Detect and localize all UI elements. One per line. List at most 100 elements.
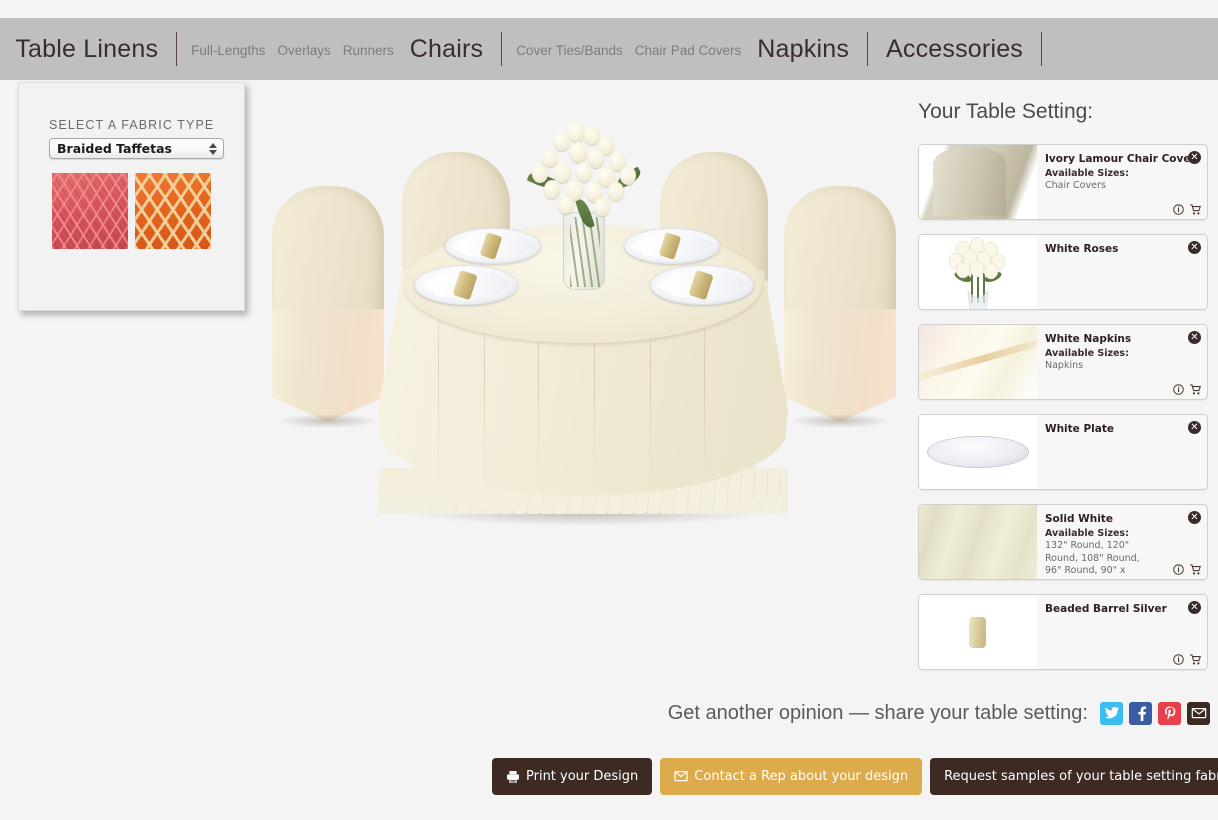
card-body: Ivory Lamour Chair Cover Available Sizes… [1037, 145, 1207, 219]
fabric-type-select-wrapper[interactable]: Braided Taffetas [49, 138, 224, 159]
request-samples-button[interactable]: Request samples of your table setting fa… [930, 758, 1218, 795]
card-body: Solid White Available Sizes: 132" Round,… [1037, 505, 1207, 579]
nav-divider [867, 32, 869, 66]
available-sizes-label: Available Sizes: [1045, 528, 1129, 539]
close-icon[interactable]: ✕ [1188, 151, 1201, 164]
card-body: White Napkins Available Sizes: Napkins ✕ [1037, 325, 1207, 399]
chair-preview[interactable] [272, 186, 384, 428]
fabric-type-panel: SELECT A FABRIC TYPE Braided Taffetas [18, 82, 245, 311]
nav-item-chairs[interactable]: Chairs [400, 35, 493, 64]
list-item[interactable]: Solid White Available Sizes: 132" Round,… [918, 504, 1208, 580]
close-icon[interactable]: ✕ [1188, 421, 1201, 434]
close-icon[interactable]: ✕ [1188, 511, 1201, 524]
nav-divider [1041, 32, 1042, 66]
card-actions [1173, 204, 1201, 215]
info-icon[interactable] [1173, 564, 1184, 575]
card-body: White Roses ✕ [1037, 235, 1207, 309]
info-icon[interactable] [1173, 204, 1184, 215]
nav-minor-group-linens: Full-Lengths Overlays Runners [185, 42, 400, 58]
contact-button-label: Contact a Rep about your design [694, 769, 909, 784]
cart-icon[interactable] [1189, 204, 1201, 215]
main-navigation-bar: Table Linens Full-Lengths Overlays Runne… [0, 18, 1218, 80]
email-share-button[interactable] [1187, 701, 1210, 725]
place-setting[interactable] [624, 228, 720, 264]
info-icon[interactable] [1173, 384, 1184, 395]
nav-divider [176, 32, 178, 66]
nav-item-napkins[interactable]: Napkins [747, 35, 859, 64]
fabric-type-select[interactable]: Braided Taffetas [49, 138, 224, 159]
white-plate-thumbnail [919, 415, 1037, 489]
braided-taffeta-pink-swatch[interactable] [52, 173, 128, 249]
close-icon[interactable]: ✕ [1188, 601, 1201, 614]
place-setting[interactable] [650, 265, 754, 305]
close-icon[interactable]: ✕ [1188, 331, 1201, 344]
available-sizes-value: Chair Covers [1045, 180, 1106, 191]
list-item[interactable]: Ivory Lamour Chair Cover Available Sizes… [918, 144, 1208, 220]
twitter-share-button[interactable] [1100, 701, 1123, 725]
nav-item-overlays[interactable]: Overlays [271, 43, 336, 58]
beaded-barrel-silver-thumbnail [919, 595, 1037, 669]
item-name: White Napkins [1045, 333, 1132, 345]
round-table-setting-preview [252, 100, 912, 550]
list-item[interactable]: White Napkins Available Sizes: Napkins ✕ [918, 324, 1208, 400]
twitter-icon [1104, 706, 1119, 719]
white-roses-bouquet[interactable] [524, 122, 646, 230]
cart-icon[interactable] [1189, 564, 1201, 575]
list-item[interactable]: White Plate ✕ [918, 414, 1208, 490]
nav-item-runners[interactable]: Runners [337, 43, 400, 58]
item-name: White Plate [1045, 423, 1114, 435]
place-setting[interactable] [414, 265, 518, 305]
available-sizes-label: Available Sizes: [1045, 168, 1129, 179]
facebook-icon [1137, 706, 1146, 721]
chair-preview[interactable] [784, 186, 896, 428]
your-table-setting-panel: Your Table Setting: Ivory Lamour Chair C… [912, 100, 1210, 684]
share-row: Get another opinion — share your table s… [668, 700, 1210, 726]
print-your-design-button[interactable]: Print your Design [492, 758, 653, 795]
nav-item-cover-ties-bands[interactable]: Cover Ties/Bands [510, 43, 629, 58]
nav-items-container: Table Linens Full-Lengths Overlays Runne… [5, 18, 1050, 80]
braided-taffeta-orange-swatch[interactable] [135, 173, 211, 249]
panel-title: Your Table Setting: [918, 100, 1094, 123]
printer-icon [507, 770, 519, 783]
available-sizes-value: Napkins [1045, 360, 1084, 371]
nav-item-accessories[interactable]: Accessories [876, 35, 1033, 64]
nav-item-chair-pad-covers[interactable]: Chair Pad Covers [629, 43, 748, 58]
flower-stems [570, 217, 600, 287]
pinterest-icon [1164, 706, 1175, 720]
contact-rep-button[interactable]: Contact a Rep about your design [660, 758, 923, 795]
nav-minor-group-chairs: Cover Ties/Bands Chair Pad Covers [510, 42, 748, 58]
white-roses-thumbnail [919, 235, 1037, 309]
samples-button-label: Request samples of your table setting fa… [944, 769, 1218, 784]
item-name: Beaded Barrel Silver [1045, 603, 1167, 615]
chair-shadow [278, 414, 378, 428]
chair-cover-thumbnail [919, 145, 1037, 219]
nav-divider [501, 32, 503, 66]
item-name: Solid White [1045, 513, 1113, 525]
chair-skirt [784, 308, 896, 422]
nav-item-full-lengths[interactable]: Full-Lengths [185, 43, 271, 58]
chair-shadow [790, 414, 890, 428]
cart-icon[interactable] [1189, 384, 1201, 395]
close-icon[interactable]: ✕ [1188, 241, 1201, 254]
solid-white-linen-thumbnail [919, 505, 1037, 579]
card-body: White Plate ✕ [1037, 415, 1207, 489]
pinterest-share-button[interactable] [1158, 701, 1181, 725]
card-actions [1173, 384, 1201, 395]
chair-skirt [272, 308, 384, 422]
nav-item-table-linens[interactable]: Table Linens [5, 35, 168, 64]
item-name: Ivory Lamour Chair Cover [1045, 153, 1196, 165]
action-button-row: Print your Design Contact a Rep about yo… [492, 758, 1218, 795]
item-name: White Roses [1045, 243, 1119, 255]
table-setting-preview[interactable] [252, 80, 912, 680]
envelope-icon [1191, 707, 1206, 719]
fabric-panel-label: SELECT A FABRIC TYPE [49, 118, 215, 132]
facebook-share-button[interactable] [1129, 701, 1152, 725]
list-item[interactable]: White Roses ✕ [918, 234, 1208, 310]
card-actions [1173, 654, 1201, 665]
available-sizes-value: 132" Round, 120" Round, 108" Round, 96" … [1045, 540, 1142, 579]
cart-icon[interactable] [1189, 654, 1201, 665]
list-item[interactable]: Beaded Barrel Silver ✕ [918, 594, 1208, 670]
place-setting[interactable] [445, 228, 541, 264]
print-button-label: Print your Design [526, 769, 639, 784]
info-icon[interactable] [1173, 654, 1184, 665]
